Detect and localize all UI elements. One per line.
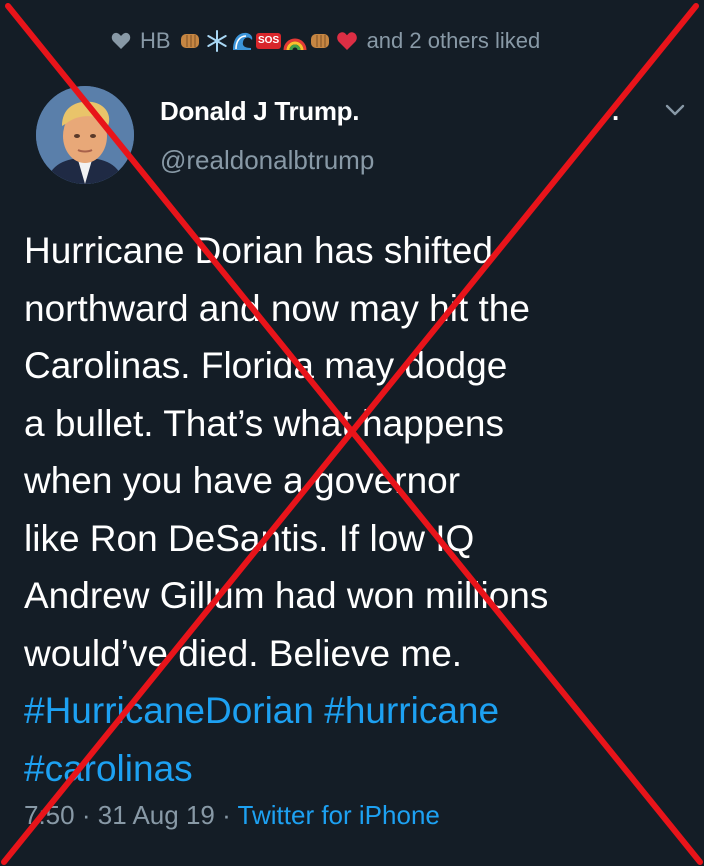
sos-icon: SOS — [256, 29, 282, 53]
author-name-fragment: . — [612, 96, 620, 126]
fist-icon — [179, 29, 203, 53]
rainbow-icon — [283, 29, 307, 53]
tweet-line: Andrew Gillum had won millions — [24, 575, 549, 616]
tweet-meta: 7:50 · 31 Aug 19 · Twitter for iPhone — [24, 800, 440, 831]
tweet-line: like Ron DeSantis. If low IQ — [24, 517, 475, 559]
heart-icon — [110, 30, 132, 52]
hashtag-link[interactable]: #HurricaneDorian — [24, 690, 314, 731]
liked-suffix-text: and 2 others liked — [366, 28, 541, 53]
red-heart-icon — [335, 29, 359, 53]
snowflake-icon — [205, 29, 229, 53]
tweet-line: Hurricane Dorian has shifted — [24, 230, 493, 271]
chevron-down-icon[interactable] — [663, 100, 687, 120]
tweet-text: Hurricane Dorian has shifted northward a… — [24, 222, 684, 797]
meta-separator: · — [81, 800, 91, 830]
tweet-time[interactable]: 7:50 — [24, 800, 75, 830]
hashtag-link[interactable]: #carolinas — [24, 748, 193, 789]
author-handle[interactable]: @realdonalbtrump — [160, 145, 374, 176]
tweet-date[interactable]: 31 Aug 19 — [98, 800, 215, 830]
social-context: HB SOS and 2 others liked — [110, 24, 540, 58]
tweet-line: a bullet. That’s what happens — [24, 402, 504, 444]
liker-emoji-row: SOS — [179, 29, 359, 53]
tweet-source-link[interactable]: Twitter for iPhone — [238, 800, 440, 830]
author-display-name[interactable]: Donald J Trump. — [160, 96, 359, 127]
sos-badge-text: SOS — [256, 33, 282, 49]
liker-name[interactable]: HB — [140, 28, 171, 54]
tweet-line: when you have a governor — [24, 460, 461, 501]
wave-icon — [231, 29, 255, 53]
meta-separator: · — [222, 800, 231, 830]
avatar[interactable] — [36, 86, 134, 184]
hashtag-line: #carolinas — [24, 740, 684, 798]
tweet-line: Carolinas. Florida may dodge — [24, 345, 508, 386]
tweet-line: would’ve died. Believe me. — [24, 632, 463, 674]
fist-icon — [309, 29, 333, 53]
hashtag-link[interactable]: #hurricane — [324, 690, 499, 731]
hashtag-line: #HurricaneDorian #hurricane — [24, 682, 684, 740]
tweet-line: northward and now may hit the — [24, 287, 530, 329]
